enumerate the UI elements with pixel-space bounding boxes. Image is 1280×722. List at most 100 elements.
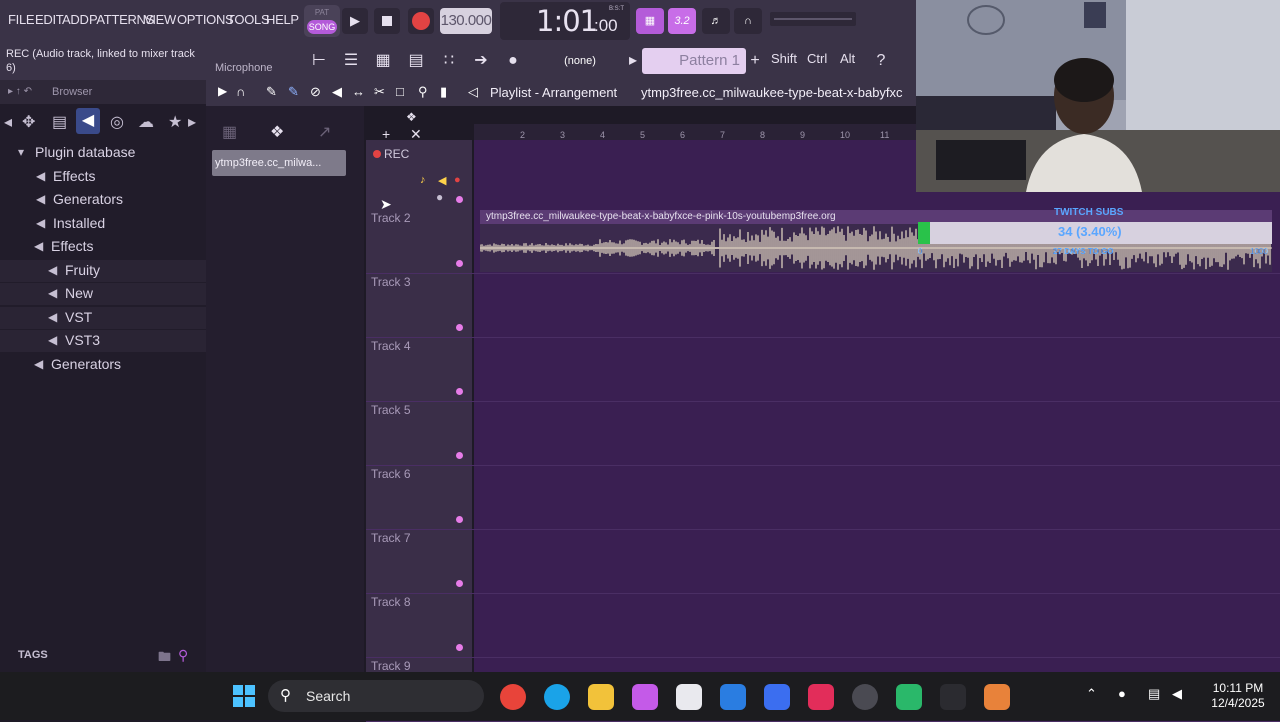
zoom-icon[interactable]: ⚲ <box>418 84 428 100</box>
roblox-icon[interactable] <box>764 684 790 710</box>
expand-icon[interactable]: ▸ <box>188 112 196 132</box>
mic-input-icon[interactable]: ● <box>436 190 443 204</box>
track-mute-dot[interactable] <box>456 388 463 395</box>
audio-icon[interactable]: ◀ <box>438 174 446 187</box>
pattern-selector[interactable]: Pattern 1 <box>642 48 746 74</box>
channel-rack-icon[interactable]: ⊢ <box>306 49 332 73</box>
pencil-icon[interactable]: ✎ <box>266 84 277 100</box>
arrow-right-icon[interactable]: ➔ <box>468 49 494 73</box>
playback-icon[interactable]: ▮ <box>440 84 447 100</box>
play-button[interactable]: ▶ <box>342 8 368 34</box>
piano-roll-icon[interactable]: ▦ <box>370 49 396 73</box>
collapse-icon[interactable]: ◂ <box>4 112 12 132</box>
tree-item[interactable]: ▾ Plugin database <box>0 142 206 164</box>
snap-button[interactable]: 3.2 <box>668 8 696 34</box>
menu-add[interactable]: ADD <box>62 12 89 27</box>
help-icon[interactable]: ? <box>868 49 894 73</box>
search-icon[interactable]: ⚲ <box>178 647 188 664</box>
browser-arrow-icon[interactable]: ▸ ↑ ↶ <box>8 86 32 97</box>
network-icon[interactable]: ▤ <box>1148 686 1160 702</box>
plugin-picker-icon[interactable]: ∷ <box>436 49 462 73</box>
copilot-icon[interactable] <box>632 684 658 710</box>
shift-key[interactable]: Shift <box>771 51 797 66</box>
chrome-icon[interactable] <box>500 684 526 710</box>
alt-key[interactable]: Alt <box>840 51 855 66</box>
tree-item[interactable]: ◀ Fruity <box>0 259 206 282</box>
audio-clip-icon[interactable]: ❖ <box>270 122 284 142</box>
playlist-icon[interactable]: ▤ <box>403 49 429 73</box>
playlist-menu-icon[interactable]: ◁ <box>468 84 478 100</box>
ctrl-key[interactable]: Ctrl <box>807 51 827 66</box>
magnet-icon[interactable]: ∩ <box>236 84 245 99</box>
track-mute-dot[interactable] <box>456 260 463 267</box>
track-label[interactable]: Track 4 <box>371 339 411 353</box>
obs-icon[interactable] <box>852 684 878 710</box>
tree-item[interactable]: ◀ Effects <box>0 236 206 258</box>
paint-icon[interactable]: ✎ <box>288 84 299 100</box>
menu-view[interactable]: VIEW <box>144 12 176 27</box>
globe-icon[interactable]: ◎ <box>110 112 124 132</box>
capcut-icon[interactable] <box>940 684 966 710</box>
track-label[interactable]: Track 5 <box>371 403 411 417</box>
tree-item[interactable]: ◀ Effects <box>0 166 206 188</box>
track-label[interactable]: Track 6 <box>371 467 411 481</box>
track-mute-dot[interactable] <box>456 196 463 203</box>
pin-icon[interactable]: ✥ <box>22 112 35 132</box>
metronome-button[interactable]: ♬ <box>702 8 730 34</box>
cloud-icon[interactable]: ☁ <box>138 112 154 132</box>
tiktok-icon[interactable] <box>808 684 834 710</box>
stop-button[interactable] <box>374 8 400 34</box>
file-icon[interactable]: ▤ <box>52 112 67 132</box>
wait-button[interactable]: ∩ <box>734 8 762 34</box>
menu-tools[interactable]: TOOLS <box>227 12 270 27</box>
menu-options[interactable]: OPTIONS <box>177 12 234 27</box>
slice-icon[interactable]: ✂ <box>374 84 385 100</box>
record-arm-icon[interactable]: ● <box>454 174 461 186</box>
tree-item[interactable]: ◀ Generators <box>0 189 206 211</box>
track-label[interactable]: Track 2 <box>371 211 411 225</box>
automation-icon[interactable]: ↗ <box>318 122 331 142</box>
chat-app-icon[interactable] <box>896 684 922 710</box>
outlook-icon[interactable] <box>720 684 746 710</box>
track-label[interactable]: Track 9 <box>371 659 411 673</box>
audio-clip-item[interactable]: ytmp3free.cc_milwa... <box>212 150 346 176</box>
taskbar-clock[interactable]: 10:11 PM 12/4/2025 <box>1208 681 1268 711</box>
pat-song-toggle[interactable]: PAT SONG <box>304 5 340 37</box>
taskbar-search[interactable] <box>268 680 484 712</box>
track-mute-dot[interactable] <box>456 452 463 459</box>
menu-file[interactable]: FILE <box>8 12 35 27</box>
edge-icon[interactable] <box>544 684 570 710</box>
track-mute-dot[interactable] <box>456 324 463 331</box>
tree-item[interactable]: ◀ Installed <box>0 213 206 235</box>
play-arrow-icon[interactable]: ▶ <box>218 84 227 98</box>
track-label[interactable]: Track 8 <box>371 595 411 609</box>
microphone-icon[interactable]: ● <box>500 49 526 73</box>
piano-icon[interactable]: ▦ <box>222 122 237 142</box>
chevron-up-icon[interactable]: ⌃ <box>1086 686 1097 702</box>
file-explorer-icon[interactable] <box>588 684 614 710</box>
master-volume-slider[interactable] <box>770 12 856 26</box>
tree-item[interactable]: ◀ Generators <box>0 354 206 376</box>
track-label[interactable]: Track 7 <box>371 531 411 545</box>
track-mute-dot[interactable] <box>456 644 463 651</box>
slip-icon[interactable]: ↔ <box>352 84 365 99</box>
track-mute-dot[interactable] <box>456 580 463 587</box>
tempo-display[interactable]: 130.000 <box>440 8 492 34</box>
fl-studio-icon[interactable] <box>984 684 1010 710</box>
select-icon[interactable]: □ <box>396 84 404 99</box>
delete-icon[interactable]: ⊘ <box>310 84 321 100</box>
windows-start-icon[interactable] <box>232 684 256 708</box>
speaker-icon[interactable]: ♪ <box>420 174 426 186</box>
star-icon[interactable]: ★ <box>168 112 182 132</box>
tree-item[interactable]: ◀ New <box>0 283 206 305</box>
mixer-icon[interactable]: ☰ <box>338 49 364 73</box>
tree-item[interactable]: ◀ VST <box>0 306 206 329</box>
menu-edit[interactable]: EDIT <box>35 12 64 27</box>
mute-icon[interactable]: ◀ <box>332 84 342 100</box>
track-mute-dot[interactable] <box>456 516 463 523</box>
snap-select[interactable]: (none) <box>550 51 610 71</box>
menu-help[interactable]: HELP <box>266 12 299 27</box>
typing-keyboard-button[interactable]: ▦ <box>636 8 664 34</box>
microphone-tray-icon[interactable]: ● <box>1118 686 1126 701</box>
plugin-filter-icon[interactable]: ◀ <box>76 108 100 134</box>
